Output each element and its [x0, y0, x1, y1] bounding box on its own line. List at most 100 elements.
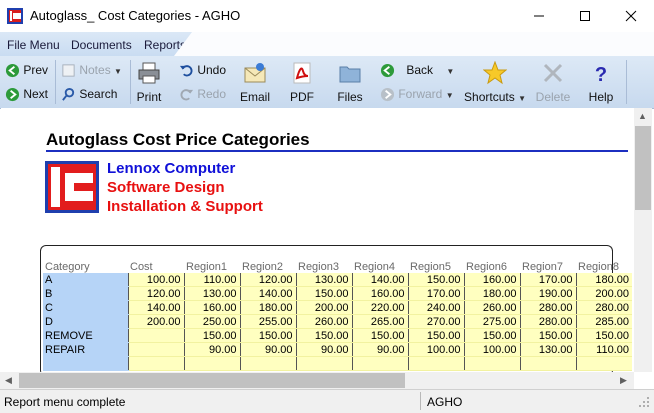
- status-bar: Report menu complete AGHO: [0, 389, 654, 413]
- price-cell: [127, 356, 184, 371]
- category-cell: REMOVE: [43, 328, 128, 343]
- column-header: Region5: [410, 260, 451, 273]
- status-database: AGHO: [427, 395, 463, 409]
- price-cell: 130.00: [295, 273, 352, 287]
- shortcuts-button[interactable]: Shortcuts ▼: [460, 61, 530, 105]
- notes-label: Notes: [79, 63, 111, 77]
- minimize-button[interactable]: [516, 0, 562, 32]
- redo-icon: [180, 89, 194, 101]
- undo-button[interactable]: Undo: [179, 63, 226, 78]
- vertical-scroll-thumb[interactable]: [635, 126, 651, 210]
- price-cell: 160.00: [351, 286, 408, 301]
- title-bar: Autoglass_ Cost Categories - AGHO: [0, 0, 654, 32]
- menu-file[interactable]: File Menu: [7, 38, 60, 52]
- price-cell: 110.00: [575, 342, 632, 357]
- files-button[interactable]: Files: [333, 61, 367, 105]
- app-logo-icon: [7, 8, 23, 24]
- vertical-scrollbar[interactable]: ▲: [634, 108, 652, 372]
- category-cell: [43, 356, 128, 371]
- price-cell: [519, 356, 576, 371]
- menu-documents[interactable]: Documents: [71, 38, 132, 52]
- forward-button[interactable]: Forward ▼: [380, 87, 454, 102]
- back-label: Back: [406, 63, 434, 77]
- column-header: Region4: [354, 260, 395, 273]
- price-cell: 275.00: [463, 314, 520, 329]
- price-cell: 270.00: [407, 314, 464, 329]
- chevron-down-icon: ▼: [446, 67, 455, 76]
- price-cell: 130.00: [519, 342, 576, 357]
- price-cell: 150.00: [575, 328, 632, 343]
- category-cell: C: [43, 300, 128, 315]
- forward-label: Forward: [398, 87, 443, 101]
- toolbar-separator: [55, 60, 56, 104]
- window-title: Autoglass_ Cost Categories - AGHO: [30, 8, 241, 23]
- menu-bar-filler: [174, 32, 654, 56]
- price-cell: 120.00: [239, 273, 296, 287]
- cost-table: Category Cost Region1 Region2 Region3 Region4…: [43, 260, 632, 371]
- print-button[interactable]: Print: [132, 61, 166, 105]
- report-title-rule: [46, 150, 628, 152]
- close-button[interactable]: [608, 0, 654, 32]
- company-logo: [45, 161, 99, 213]
- shortcuts-text: Shortcuts: [464, 90, 515, 104]
- scroll-right-icon[interactable]: ▶: [620, 375, 627, 386]
- minimize-icon: [534, 15, 544, 17]
- price-cell: 150.00: [351, 328, 408, 343]
- scroll-left-icon[interactable]: ◀: [5, 375, 12, 386]
- search-label: Search: [79, 87, 118, 101]
- help-button[interactable]: ? Help: [584, 61, 618, 105]
- price-cell: 200.00: [127, 314, 184, 329]
- price-cell: 150.00: [407, 273, 464, 287]
- shortcuts-label: Shortcuts ▼: [460, 90, 530, 104]
- horizontal-scrollbar[interactable]: ◀ ▶: [0, 372, 634, 389]
- prev-button[interactable]: Prev: [5, 63, 48, 78]
- arrow-right-icon: [5, 88, 20, 102]
- toolbar: Prev Next Notes ▼ Search Print Undo Redo…: [0, 56, 654, 109]
- arrow-left-icon: [5, 64, 20, 78]
- price-cell: 170.00: [519, 273, 576, 287]
- back-button[interactable]: Back ▼: [380, 63, 454, 78]
- next-button[interactable]: Next: [5, 87, 48, 102]
- undo-label: Undo: [197, 63, 227, 77]
- price-cell: 90.00: [295, 342, 352, 357]
- table-row: REMOVE 150.00 150.00 150.00 150.00 150.00 150.…: [43, 328, 632, 343]
- price-cell: 90.00: [351, 342, 408, 357]
- pdf-button[interactable]: PDF: [285, 61, 319, 105]
- notes-button[interactable]: Notes ▼: [61, 63, 122, 78]
- redo-button[interactable]: Redo: [179, 87, 226, 102]
- price-cell: 130.00: [183, 286, 240, 301]
- column-header: Region7: [522, 260, 563, 273]
- maximize-button[interactable]: [562, 0, 608, 32]
- price-cell: 220.00: [351, 300, 408, 315]
- status-message: Report menu complete: [4, 395, 126, 409]
- delete-button[interactable]: Delete: [534, 61, 572, 105]
- horizontal-scroll-thumb[interactable]: [19, 373, 405, 388]
- scroll-up-icon[interactable]: ▲: [638, 111, 647, 121]
- price-cell: 280.00: [519, 314, 576, 329]
- redo-label: Redo: [197, 87, 227, 101]
- price-cell: [407, 356, 464, 371]
- report-view[interactable]: Autoglass Cost Price Categories Lennox C…: [1, 108, 634, 372]
- notes-icon: [62, 64, 75, 77]
- email-button[interactable]: Email: [238, 61, 272, 105]
- price-cell: [183, 356, 240, 371]
- price-cell: 285.00: [575, 314, 632, 329]
- price-cell: [463, 356, 520, 371]
- price-cell: 150.00: [295, 328, 352, 343]
- search-button[interactable]: Search: [61, 87, 117, 102]
- price-cell: 140.00: [239, 286, 296, 301]
- status-divider: [420, 392, 421, 410]
- price-cell: [239, 356, 296, 371]
- price-cell: [295, 356, 352, 371]
- price-cell: 280.00: [575, 300, 632, 315]
- forward-arrow-icon: [380, 88, 395, 102]
- price-cell: [575, 356, 632, 371]
- star-icon: [483, 61, 507, 85]
- category-cell: D: [43, 314, 128, 329]
- price-cell: [127, 342, 184, 357]
- maximize-icon: [580, 10, 590, 21]
- price-cell: 140.00: [127, 300, 184, 315]
- resize-grip-icon[interactable]: [638, 396, 650, 408]
- price-cell: 150.00: [239, 328, 296, 343]
- column-header: Region8: [578, 260, 619, 273]
